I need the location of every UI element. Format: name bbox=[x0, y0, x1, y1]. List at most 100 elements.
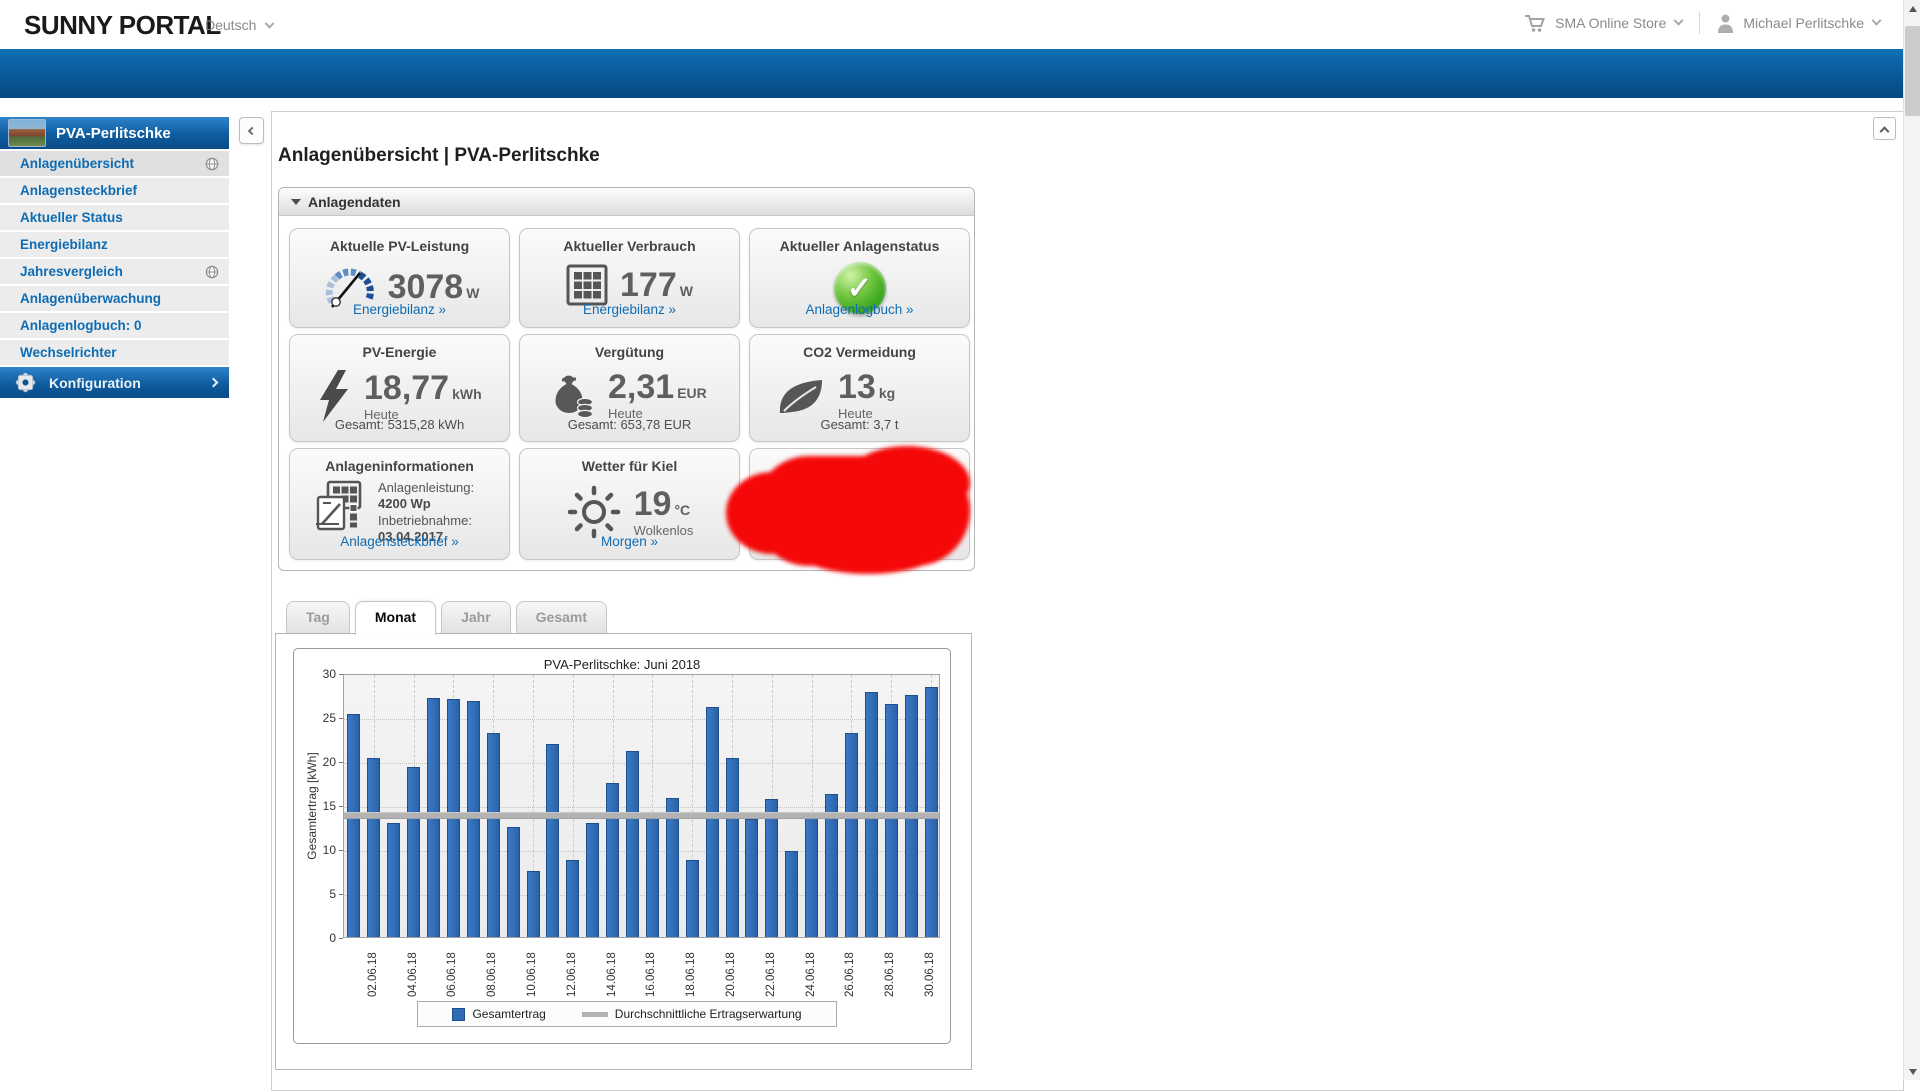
y-tick-label: 30 bbox=[296, 667, 336, 681]
bar-day-30 bbox=[925, 687, 938, 937]
sidebar-item-anlagenlogbuch-0[interactable]: Anlagenlogbuch: 0 bbox=[0, 313, 229, 338]
sidebar-item-anlagenüberwachung[interactable]: Anlagenüberwachung bbox=[0, 286, 229, 311]
x-tick-label: 08.06.18 bbox=[486, 952, 498, 997]
tile-co2: CO2 Vermeidung 13kg Heute Gesamt: 3,7 t bbox=[749, 334, 970, 442]
globe-icon bbox=[205, 157, 219, 171]
y-tick-label: 20 bbox=[296, 755, 336, 769]
globe-icon bbox=[205, 265, 219, 279]
anlagenlogbuch-link[interactable]: Anlagenlogbuch » bbox=[805, 302, 913, 317]
y-tick-label: 10 bbox=[296, 843, 336, 857]
bar-day-18 bbox=[686, 860, 699, 937]
scrollbar-up-arrow[interactable] bbox=[1904, 0, 1920, 17]
bar-day-11 bbox=[546, 744, 559, 937]
sidebar-item-wechselrichter[interactable]: Wechselrichter bbox=[0, 340, 229, 365]
x-tick-label: 02.06.18 bbox=[367, 952, 379, 997]
chart-legend: Gesamtertrag Durchschnittliche Ertragser… bbox=[417, 1001, 837, 1027]
x-tick-label: 10.06.18 bbox=[526, 952, 538, 997]
sidebar-item-anlagensteckbrief[interactable]: Anlagensteckbrief bbox=[0, 178, 229, 203]
scrollbar-thumb[interactable] bbox=[1905, 26, 1920, 116]
y-tick-mark bbox=[339, 718, 343, 719]
tile-status: Aktueller Anlagenstatus ✓ Anlagenlogbuch… bbox=[749, 228, 970, 328]
y-tick-mark bbox=[339, 938, 343, 939]
chevron-up-icon bbox=[1880, 126, 1890, 136]
solar-panel-icon bbox=[566, 264, 608, 306]
bar-day-2 bbox=[367, 758, 380, 937]
collapse-sidebar-button[interactable] bbox=[239, 117, 264, 144]
x-tick-label: 12.06.18 bbox=[566, 952, 578, 997]
sidebar-item-energiebilanz[interactable]: Energiebilanz bbox=[0, 232, 229, 257]
sidebar-item-aktueller-status[interactable]: Aktueller Status bbox=[0, 205, 229, 230]
scroll-top-button[interactable] bbox=[1873, 117, 1896, 140]
sidebar-item-label: Energiebilanz bbox=[20, 237, 219, 252]
sidebar-item-label: Anlagenüberwachung bbox=[20, 291, 219, 306]
tile-pv-energy: PV-Energie 18,77kWh Heute Gesamt: 5315,2… bbox=[289, 334, 510, 442]
chart-title: PVA-Perlitschke: Juni 2018 bbox=[294, 657, 950, 672]
sidebar-item-anlagenübersicht[interactable]: Anlagenübersicht bbox=[0, 151, 229, 176]
total-value: Gesamt: 3,7 t bbox=[750, 417, 969, 432]
sidebar-item-jahresvergleich[interactable]: Jahresvergleich bbox=[0, 259, 229, 284]
bar-day-19 bbox=[706, 707, 719, 937]
bar-day-1 bbox=[347, 714, 360, 937]
chevron-left-icon bbox=[247, 126, 255, 134]
bar-day-4 bbox=[407, 767, 420, 937]
total-value: Gesamt: 653,78 EUR bbox=[520, 417, 739, 432]
bar-day-20 bbox=[726, 758, 739, 937]
bar-day-8 bbox=[487, 733, 500, 937]
y-tick-mark bbox=[339, 806, 343, 807]
sidebar: PVA-Perlitschke Anlagenübersicht Anlagens… bbox=[0, 117, 229, 398]
scrollbar-down-arrow[interactable] bbox=[1904, 1063, 1920, 1080]
sidebar-item-konfiguration[interactable]: Konfiguration bbox=[0, 367, 229, 398]
y-tick-label: 15 bbox=[296, 799, 336, 813]
store-menu[interactable]: SMA Online Store bbox=[1555, 15, 1666, 31]
y-tick-mark bbox=[339, 850, 343, 851]
energiebilanz-link[interactable]: Energiebilanz » bbox=[353, 302, 446, 317]
energiebilanz-link[interactable]: Energiebilanz » bbox=[583, 302, 676, 317]
anlagensteckbrief-link[interactable]: Anlagensteckbrief » bbox=[340, 534, 459, 549]
panel-header[interactable]: Anlagendaten bbox=[279, 188, 974, 216]
lightning-icon bbox=[316, 370, 352, 422]
x-tick-label: 28.06.18 bbox=[884, 952, 896, 997]
tab-jahr[interactable]: Jahr bbox=[441, 601, 511, 633]
collapse-arrow-icon bbox=[291, 199, 301, 205]
y-tick-label: 5 bbox=[296, 887, 336, 901]
bar-day-12 bbox=[566, 860, 579, 937]
tab-monat[interactable]: Monat bbox=[355, 601, 436, 635]
bar-day-24 bbox=[805, 815, 818, 937]
bar-day-9 bbox=[507, 827, 520, 937]
language-select[interactable]: Deutsch bbox=[205, 17, 273, 33]
bar-day-10 bbox=[527, 871, 540, 937]
main-content: Anlagenübersicht | PVA-Perlitschke Anlag… bbox=[271, 111, 1904, 1091]
sidebar-item-label: Jahresvergleich bbox=[20, 264, 205, 279]
morgen-link[interactable]: Morgen » bbox=[601, 534, 658, 549]
tile-pv-power: Aktuelle PV-Leistung 3078W Energiebilanz… bbox=[289, 228, 510, 328]
bar-day-23 bbox=[785, 851, 798, 937]
tab-gesamt[interactable]: Gesamt bbox=[516, 601, 607, 633]
user-menu[interactable]: Michael Perlitschke bbox=[1743, 15, 1864, 31]
chevron-right-icon bbox=[209, 378, 219, 388]
bar-day-28 bbox=[885, 704, 898, 937]
total-value: Gesamt: 5315,28 kWh bbox=[290, 417, 509, 432]
x-tick-label: 20.06.18 bbox=[725, 952, 737, 997]
sun-icon bbox=[566, 484, 622, 540]
tile-plant-info: Anlageninformationen Anlage bbox=[289, 448, 510, 560]
page-scrollbar[interactable] bbox=[1903, 0, 1920, 1080]
x-tick-label: 30.06.18 bbox=[924, 952, 936, 997]
tab-tag[interactable]: Tag bbox=[286, 601, 350, 633]
legend-bar-swatch bbox=[452, 1008, 465, 1021]
plant-info-icon bbox=[316, 480, 362, 532]
sidebar-item-label: Wechselrichter bbox=[20, 345, 219, 360]
tile-weather: Wetter für Kiel 19°C Wolkenlos Morgen » bbox=[519, 448, 740, 560]
gear-icon bbox=[14, 371, 37, 394]
sunny-portal-logo: SUNNY PORTAL bbox=[24, 10, 221, 41]
plant-thumbnail bbox=[8, 119, 46, 147]
plant-header[interactable]: PVA-Perlitschke bbox=[0, 117, 229, 151]
sidebar-item-label: Anlagensteckbrief bbox=[20, 183, 219, 198]
y-tick-mark bbox=[339, 762, 343, 763]
y-tick-mark bbox=[339, 894, 343, 895]
user-icon bbox=[1717, 14, 1734, 33]
bar-day-26 bbox=[845, 733, 858, 937]
y-tick-label: 0 bbox=[296, 931, 336, 945]
x-tick-label: 22.06.18 bbox=[765, 952, 777, 997]
chevron-down-icon bbox=[1872, 15, 1882, 25]
x-tick-label: 24.06.18 bbox=[805, 952, 817, 997]
